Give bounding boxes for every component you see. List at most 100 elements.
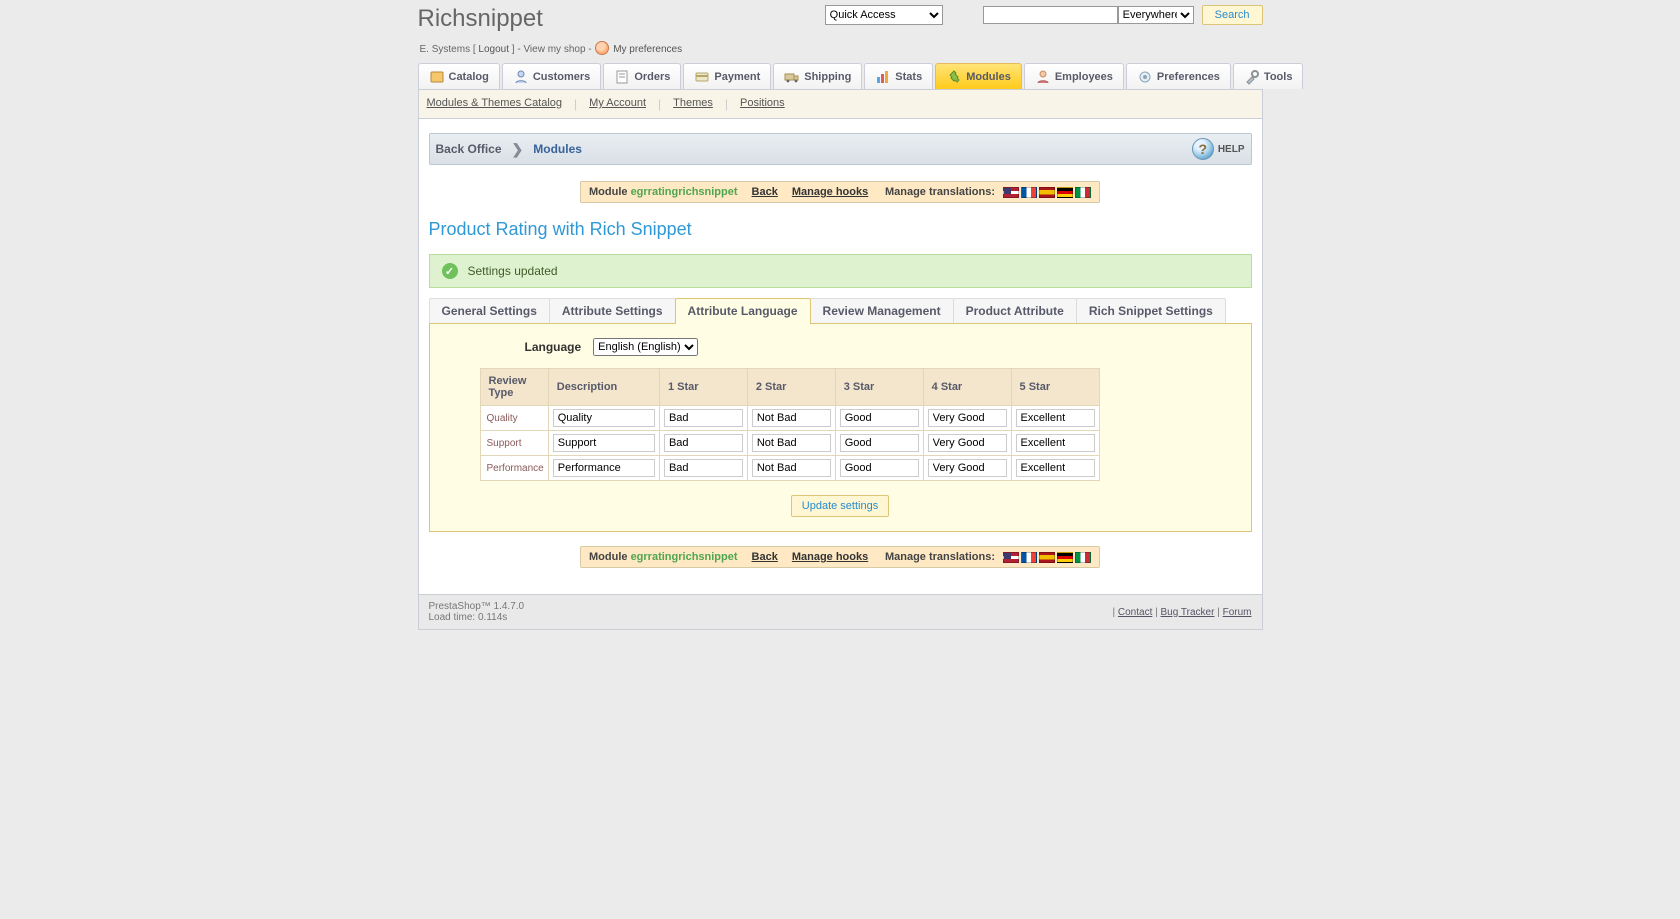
- tab-modules[interactable]: Modules: [935, 63, 1022, 89]
- flag-it-icon[interactable]: [1075, 187, 1091, 198]
- manage-hooks-link[interactable]: Manage hooks: [792, 551, 868, 563]
- search-button[interactable]: Search: [1202, 5, 1263, 25]
- back-link[interactable]: Back: [752, 551, 778, 563]
- subtab-my-account[interactable]: My Account: [589, 97, 646, 111]
- tab-catalog[interactable]: Catalog: [418, 63, 500, 89]
- tab-orders[interactable]: Orders: [603, 63, 681, 89]
- update-settings-button[interactable]: Update settings: [791, 495, 889, 517]
- flag-it-icon[interactable]: [1075, 552, 1091, 563]
- orders-icon: [614, 69, 630, 85]
- tab-customers[interactable]: Customers: [502, 63, 601, 89]
- input-quality-desc[interactable]: [553, 409, 655, 427]
- my-preferences-link[interactable]: My preferences: [613, 44, 682, 55]
- table-row: Performance: [480, 456, 1099, 481]
- subtab-modules-themes-catalog[interactable]: Modules & Themes Catalog: [427, 97, 563, 111]
- input-quality-s2[interactable]: [752, 409, 831, 427]
- tab-employees[interactable]: Employees: [1024, 63, 1124, 89]
- preferences-icon: [1137, 69, 1153, 85]
- main-tabs: CatalogCustomersOrdersPaymentShippingSta…: [418, 63, 1263, 89]
- shipping-icon: [784, 69, 800, 85]
- input-support-s5[interactable]: [1016, 434, 1095, 452]
- flag-fr-icon[interactable]: [1021, 552, 1037, 563]
- input-quality-s3[interactable]: [840, 409, 919, 427]
- separator-icon: |: [574, 97, 577, 111]
- tab-tools[interactable]: Tools: [1233, 63, 1304, 89]
- row-label-performance: Performance: [480, 456, 548, 481]
- logout-link[interactable]: Logout: [478, 44, 509, 55]
- help-link[interactable]: ? HELP: [1192, 138, 1245, 160]
- tab-preferences[interactable]: Preferences: [1126, 63, 1231, 89]
- breadcrumb-current[interactable]: Modules: [533, 142, 582, 156]
- footer-link-contact[interactable]: Contact: [1118, 607, 1152, 618]
- settings-tab-review-management[interactable]: Review Management: [810, 298, 954, 323]
- flag-es-icon[interactable]: [1039, 187, 1055, 198]
- footer-link-forum[interactable]: Forum: [1223, 607, 1252, 618]
- input-support-s2[interactable]: [752, 434, 831, 452]
- col-4-star: 4 Star: [923, 369, 1011, 406]
- table-row: Quality: [480, 406, 1099, 431]
- subtab-themes[interactable]: Themes: [673, 97, 713, 111]
- module-action-bar-top: Module egrratingrichsnippet Back Manage …: [580, 181, 1100, 203]
- separator-icon: |: [725, 97, 728, 111]
- flag-de-icon[interactable]: [1057, 552, 1073, 563]
- settings-tabs: General SettingsAttribute SettingsAttrib…: [429, 298, 1252, 323]
- tab-stats[interactable]: Stats: [864, 63, 933, 89]
- input-performance-s1[interactable]: [664, 459, 743, 477]
- input-performance-s2[interactable]: [752, 459, 831, 477]
- input-quality-s4[interactable]: [928, 409, 1007, 427]
- separator-icon: |: [658, 97, 661, 111]
- module-name: egrratingrichsnippet: [631, 186, 738, 198]
- flag-es-icon[interactable]: [1039, 552, 1055, 563]
- shop-name: Richsnippet: [418, 5, 543, 33]
- input-performance-s5[interactable]: [1016, 459, 1095, 477]
- breadcrumb-root[interactable]: Back Office: [436, 142, 502, 156]
- input-support-s1[interactable]: [664, 434, 743, 452]
- quick-access-select[interactable]: Quick Access: [825, 5, 943, 25]
- col-2-star: 2 Star: [747, 369, 835, 406]
- language-select[interactable]: English (English): [593, 338, 698, 356]
- tab-shipping[interactable]: Shipping: [773, 63, 862, 89]
- subtab-positions[interactable]: Positions: [740, 97, 785, 111]
- settings-tab-rich-snippet-settings[interactable]: Rich Snippet Settings: [1076, 298, 1226, 323]
- footer-links: | Contact | Bug Tracker | Forum: [1113, 607, 1252, 618]
- input-performance-s3[interactable]: [840, 459, 919, 477]
- col-description: Description: [548, 369, 659, 406]
- attribute-language-table: Review TypeDescription1 Star2 Star3 Star…: [480, 368, 1100, 481]
- search-scope-select[interactable]: Everywhere: [1118, 6, 1194, 24]
- help-icon: ?: [1192, 138, 1214, 160]
- settings-tab-general-settings[interactable]: General Settings: [429, 298, 550, 323]
- chevron-right-icon: ❯: [512, 141, 524, 158]
- input-support-s4[interactable]: [928, 434, 1007, 452]
- input-performance-s4[interactable]: [928, 459, 1007, 477]
- alert-success: ✓ Settings updated: [429, 254, 1252, 288]
- flag-us-icon[interactable]: [1003, 187, 1019, 198]
- table-row: Support: [480, 431, 1099, 456]
- user-prefs-icon: [595, 41, 609, 55]
- sub-tabs: Modules & Themes Catalog | My Account | Them…: [418, 89, 1263, 119]
- stats-icon: [875, 69, 891, 85]
- input-quality-s5[interactable]: [1016, 409, 1095, 427]
- footer-link-bug-tracker[interactable]: Bug Tracker: [1161, 607, 1215, 618]
- tab-payment[interactable]: Payment: [683, 63, 771, 89]
- col-3-star: 3 Star: [835, 369, 923, 406]
- input-support-desc[interactable]: [553, 434, 655, 452]
- language-label: Language: [525, 340, 582, 354]
- footer: PrestaShop™ 1.4.7.0 Load time: 0.114s | …: [418, 595, 1263, 630]
- manage-hooks-link[interactable]: Manage hooks: [792, 186, 868, 198]
- flag-us-icon[interactable]: [1003, 552, 1019, 563]
- check-icon: ✓: [442, 263, 458, 279]
- search-input[interactable]: [983, 6, 1118, 24]
- input-performance-desc[interactable]: [553, 459, 655, 477]
- settings-tab-attribute-settings[interactable]: Attribute Settings: [549, 298, 676, 323]
- input-support-s3[interactable]: [840, 434, 919, 452]
- input-quality-s1[interactable]: [664, 409, 743, 427]
- settings-tab-attribute-language[interactable]: Attribute Language: [675, 298, 811, 323]
- settings-tab-product-attribute[interactable]: Product Attribute: [953, 298, 1077, 323]
- flag-fr-icon[interactable]: [1021, 187, 1037, 198]
- flag-de-icon[interactable]: [1057, 187, 1073, 198]
- payment-icon: [694, 69, 710, 85]
- manage-translations-label: Manage translations:: [885, 186, 995, 198]
- back-link[interactable]: Back: [752, 186, 778, 198]
- modules-icon: [946, 69, 962, 85]
- module-action-bar-bottom: Module egrratingrichsnippet Back Manage …: [580, 546, 1100, 568]
